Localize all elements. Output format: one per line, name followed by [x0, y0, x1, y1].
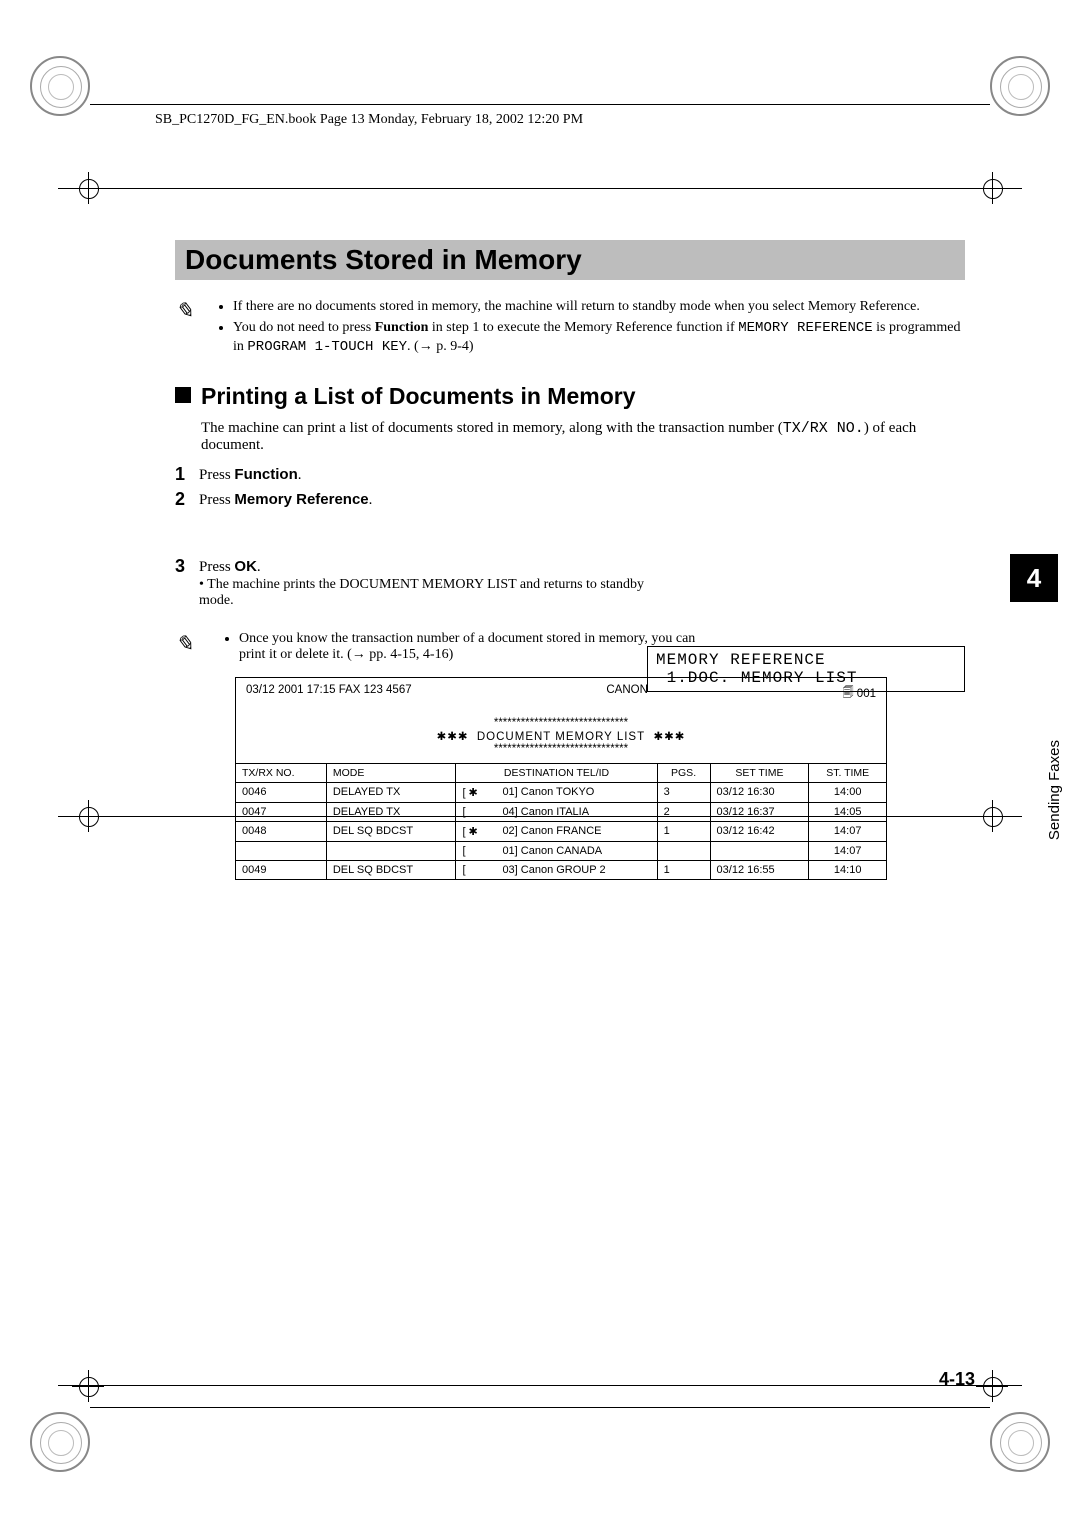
step-text: Press Function.	[199, 464, 302, 484]
page-header: SB_PC1270D_FG_EN.book Page 13 Monday, Fe…	[155, 112, 925, 128]
chapter-tab: 4	[1010, 554, 1058, 602]
corner-ornament	[990, 1412, 1050, 1472]
table-header-row: TX/RX NO. MODE DESTINATION TEL/ID PGS. S…	[236, 763, 886, 782]
step-text: Press Memory Reference.	[199, 489, 372, 509]
col-sttime: ST. TIME	[809, 763, 886, 782]
section-title: Documents Stored in Memory	[175, 240, 965, 280]
square-bullet-icon	[175, 387, 191, 403]
header-filename: SB_PC1270D_FG_EN.book Page 13 Monday, Fe…	[155, 112, 583, 127]
col-settime: SET TIME	[710, 763, 809, 782]
body-paragraph: The machine can print a list of document…	[201, 420, 965, 454]
note-block: ✎ If there are no documents stored in me…	[175, 298, 965, 359]
report-header-left: 03/12 2001 17:15 FAX 123 4567	[246, 684, 412, 703]
subsection-title: Printing a List of Documents in Memory	[175, 383, 965, 410]
table-row: 0047DELAYED TX[04] Canon ITALIA203/12 16…	[236, 802, 886, 821]
step-text: Press OK.	[199, 556, 261, 576]
col-pgs: PGS.	[657, 763, 710, 782]
chapter-label: Sending Faxes	[1046, 740, 1063, 840]
col-mode: MODE	[326, 763, 456, 782]
subsection-text: Printing a List of Documents in Memory	[201, 383, 635, 409]
table-row: 0049DEL SQ BDCST[03] Canon GROUP 2103/12…	[236, 860, 886, 879]
corner-ornament	[30, 1412, 90, 1472]
table-row: 0048DEL SQ BDCST[ ✱02] Canon FRANCE103/1…	[236, 821, 886, 841]
step-row: 1 Press Function.	[175, 464, 965, 485]
step-substep: • The machine prints the DOCUMENT MEMORY…	[199, 577, 659, 609]
report-preview: 03/12 2001 17:15 FAX 123 4567 CANON 🗐 00…	[235, 677, 887, 880]
note-icon: ✎	[175, 631, 221, 663]
corner-ornament	[30, 56, 90, 116]
step-row: 3 Press OK.	[175, 556, 965, 577]
title-text: Documents Stored in Memory	[185, 244, 582, 275]
table-row: [01] Canon CANADA14:07	[236, 841, 886, 860]
step-number: 2	[175, 489, 199, 510]
report-title-block: ****************************** ✱✱✱ DOCUM…	[236, 709, 886, 763]
lcd-display: MEMORY REFERENCE 1.DOC. MEMORY LIST	[647, 646, 965, 692]
memory-list-table: TX/RX NO. MODE DESTINATION TEL/ID PGS. S…	[236, 763, 886, 879]
table-row: 0046DELAYED TX[ ✱01] Canon TOKYO303/12 1…	[236, 782, 886, 802]
step-row: 2 Press Memory Reference.	[175, 489, 965, 510]
col-dest: DESTINATION TEL/ID	[456, 763, 657, 782]
page-number: 4-13	[939, 1369, 975, 1390]
step-number: 3	[175, 556, 199, 577]
step-number: 1	[175, 464, 199, 485]
note-icon: ✎	[175, 298, 215, 359]
corner-ornament	[990, 56, 1050, 116]
note-item: If there are no documents stored in memo…	[233, 298, 965, 317]
col-txrx: TX/RX NO.	[236, 763, 326, 782]
report-header-center: CANON	[606, 684, 648, 703]
note-item: You do not need to press Function in ste…	[233, 319, 965, 357]
